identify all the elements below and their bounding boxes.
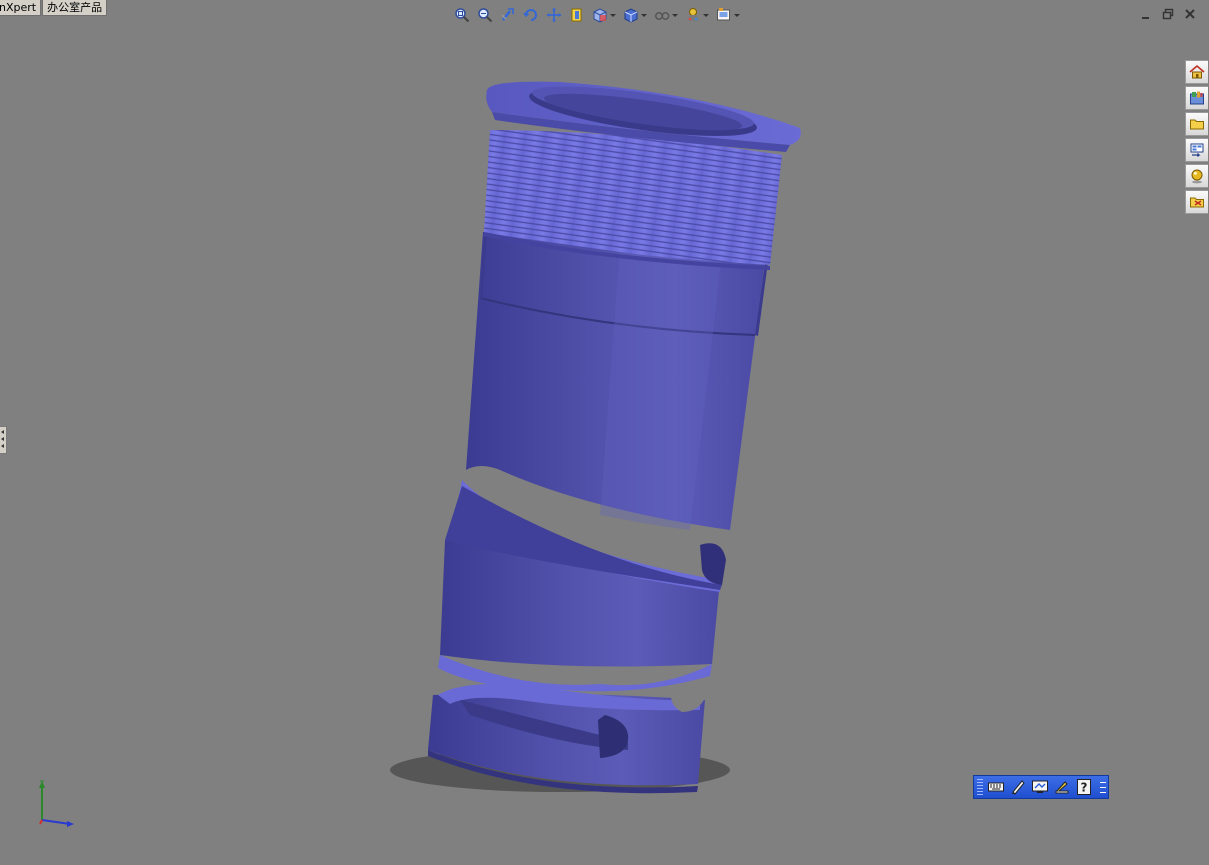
toolbar-options-icon[interactable] — [1098, 780, 1108, 795]
part-cylinder[interactable] — [428, 78, 801, 794]
keyboard-icon[interactable] — [986, 778, 1006, 796]
graphics-area[interactable] — [0, 0, 1209, 865]
measure-icon[interactable] — [1052, 778, 1072, 796]
sketch-pen-icon[interactable] — [1008, 778, 1028, 796]
svg-text:?: ? — [1081, 781, 1088, 795]
toolbar-grip[interactable] — [977, 779, 983, 795]
reference-triad — [39, 780, 74, 827]
floating-toolbar: ? — [973, 775, 1109, 799]
screen-capture-icon[interactable] — [1030, 778, 1050, 796]
help-icon[interactable]: ? — [1074, 778, 1094, 796]
